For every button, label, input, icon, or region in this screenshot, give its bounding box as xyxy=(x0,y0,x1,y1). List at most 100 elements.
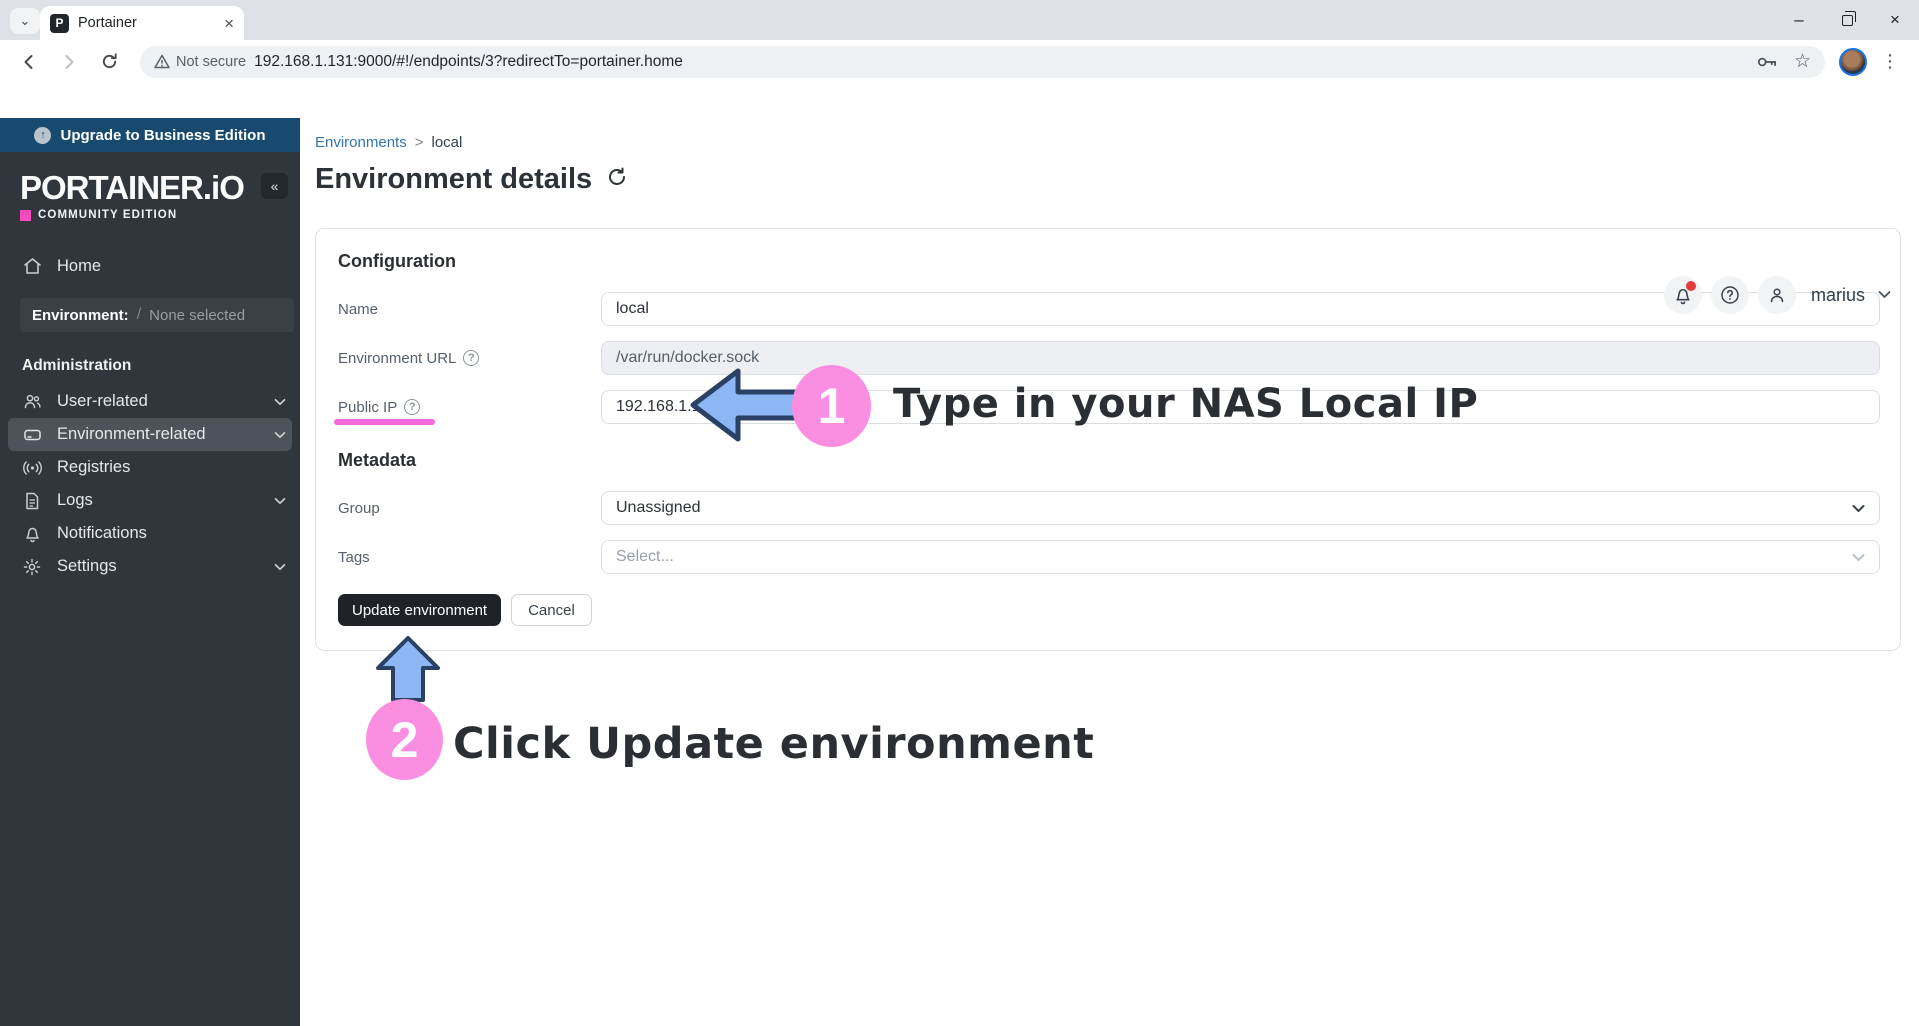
bookmark-star-icon[interactable]: ☆ xyxy=(1794,52,1811,71)
reload-button[interactable] xyxy=(92,45,126,79)
upgrade-banner[interactable]: ↑ Upgrade to Business Edition xyxy=(0,118,300,152)
update-environment-button[interactable]: Update environment xyxy=(338,594,502,626)
sidebar-item-label: Notifications xyxy=(57,524,147,542)
name-label: Name xyxy=(338,300,379,318)
administration-section-label: Administration xyxy=(22,357,132,374)
public-ip-highlight-bar xyxy=(334,419,435,425)
sidebar-item-label: Environment-related xyxy=(57,425,206,443)
environment-value: None selected xyxy=(149,306,246,324)
upgrade-arrow-icon: ↑ xyxy=(34,126,52,144)
slash-icon: / xyxy=(136,306,142,323)
bell-icon xyxy=(22,525,42,543)
breadcrumb-environments-link[interactable]: Environments xyxy=(315,134,407,151)
metadata-heading: Metadata xyxy=(338,450,417,470)
bookmarks-bar xyxy=(0,83,1919,118)
sidebar-item-notifications[interactable]: Notifications xyxy=(0,517,300,550)
breadcrumb-current: local xyxy=(431,134,463,151)
sidebar-item-label: Home xyxy=(57,256,102,275)
url-bar[interactable]: Not secure 192.168.1.131:9000/#!/endpoin… xyxy=(140,45,1825,78)
restore-button[interactable] xyxy=(1823,0,1871,40)
username: marius xyxy=(1810,284,1865,305)
sidebar-item-logs[interactable]: Logs xyxy=(0,484,300,517)
browser-menu-icon[interactable]: ⋮ xyxy=(1873,51,1907,72)
group-value: Unassigned xyxy=(616,499,701,516)
edition-square-icon xyxy=(20,209,31,221)
browser-profile-avatar[interactable] xyxy=(1839,47,1867,76)
page-viewport: ↑ Upgrade to Business Edition PORTAINER.… xyxy=(0,118,1919,1026)
help-tooltip-icon[interactable]: ? xyxy=(404,399,421,415)
sidebar-item-label: Registries xyxy=(57,458,131,476)
cancel-button[interactable]: Cancel xyxy=(511,594,592,626)
help-button[interactable] xyxy=(1710,276,1749,314)
browser-tab[interactable]: P Portainer × xyxy=(40,6,244,40)
tab-title: Portainer xyxy=(78,15,137,31)
page-title: Environment details xyxy=(315,163,593,195)
portainer-logo: PORTAINER.iO xyxy=(20,169,245,206)
environment-selector[interactable]: Environment: / None selected xyxy=(20,298,294,332)
chevron-down-icon xyxy=(1852,504,1865,512)
chevron-down-icon xyxy=(274,425,286,444)
refresh-icon[interactable] xyxy=(606,166,628,193)
not-secure-label: Not secure xyxy=(176,53,247,70)
sidebar-item-settings[interactable]: Settings xyxy=(0,550,300,583)
chevron-down-icon xyxy=(1852,553,1865,561)
user-avatar[interactable] xyxy=(1757,276,1796,314)
warning-icon xyxy=(154,54,170,69)
step1-badge: 1 xyxy=(792,365,871,447)
notifications-button[interactable] xyxy=(1663,276,1702,314)
group-label: Group xyxy=(338,499,380,517)
close-button[interactable]: × xyxy=(1871,0,1919,40)
broadcast-icon xyxy=(22,460,42,475)
restore-icon xyxy=(1841,10,1856,26)
tab-close-icon[interactable]: × xyxy=(224,15,234,32)
users-icon xyxy=(22,393,42,410)
browser-toolbar: Not secure 192.168.1.131:9000/#!/endpoin… xyxy=(0,40,1919,83)
sidebar-item-environment-related[interactable]: Environment-related xyxy=(8,418,292,451)
step2-instruction: Click Update environment xyxy=(453,719,1095,769)
sidebar-item-registries[interactable]: Registries xyxy=(0,451,300,484)
environment-label: Environment: xyxy=(32,306,129,324)
sidebar-item-home[interactable]: Home xyxy=(0,247,300,285)
public-ip-label: Public IP xyxy=(338,398,398,416)
file-icon xyxy=(22,492,42,510)
question-circle-icon xyxy=(1721,286,1739,304)
not-secure-chip[interactable]: Not secure xyxy=(154,54,246,70)
portainer-favicon-icon: P xyxy=(50,13,69,33)
help-tooltip-icon[interactable]: ? xyxy=(463,350,480,366)
user-menu-chevron-icon[interactable] xyxy=(1878,286,1891,304)
chevron-down-icon xyxy=(274,557,286,576)
sidebar-item-label: User-related xyxy=(57,392,148,410)
step1-instruction: Type in your NAS Local IP xyxy=(893,381,1479,427)
environment-url-label: Environment URL xyxy=(338,349,457,367)
breadcrumb: Environments > local xyxy=(315,134,1901,151)
notification-badge xyxy=(1685,281,1696,291)
browser-tab-strip: ⌄ P Portainer × – × xyxy=(0,0,1919,40)
configuration-heading: Configuration xyxy=(338,251,456,271)
tags-select[interactable]: Select... xyxy=(601,540,1880,574)
home-icon xyxy=(22,257,42,275)
sidebar-item-user-related[interactable]: User-related xyxy=(0,385,300,418)
sidebar-collapse-button[interactable]: « xyxy=(261,173,288,199)
chevron-down-icon: ⌄ xyxy=(19,13,31,28)
tab-search-button[interactable]: ⌄ xyxy=(10,8,40,34)
back-button[interactable] xyxy=(12,45,46,79)
step2-arrow-up-icon xyxy=(376,636,440,702)
url-text: 192.168.1.131:9000/#!/endpoints/3?redire… xyxy=(254,52,683,70)
main-content: Environments > local Environment details… xyxy=(300,118,1919,1026)
tags-placeholder: Select... xyxy=(616,548,674,565)
window-controls: – × xyxy=(1775,0,1919,40)
chevron-down-icon xyxy=(274,392,286,411)
breadcrumb-separator: > xyxy=(414,134,424,151)
tags-label: Tags xyxy=(338,548,370,566)
step2-badge: 2 xyxy=(366,699,443,780)
password-key-icon[interactable] xyxy=(1757,55,1778,69)
upgrade-banner-label: Upgrade to Business Edition xyxy=(60,126,266,144)
minimize-button[interactable]: – xyxy=(1775,0,1823,40)
server-icon xyxy=(22,427,42,443)
edition-label: COMMUNITY EDITION xyxy=(20,209,280,221)
forward-button[interactable] xyxy=(52,45,86,79)
person-icon xyxy=(1770,288,1784,303)
group-select[interactable]: Unassigned xyxy=(601,491,1880,525)
sidebar-item-label: Logs xyxy=(57,491,93,509)
sidebar-item-label: Settings xyxy=(57,557,117,575)
